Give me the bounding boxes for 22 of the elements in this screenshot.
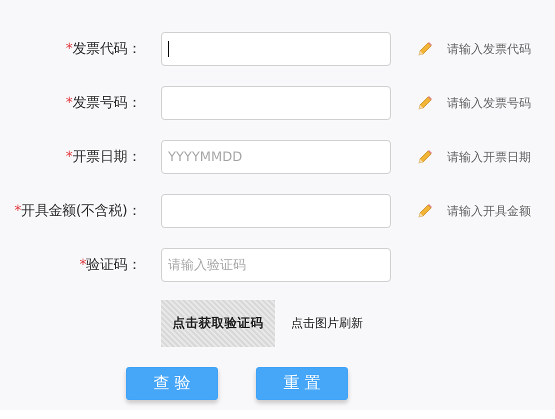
verify-button[interactable]: 查 验 [126,367,218,400]
reset-button[interactable]: 重 置 [256,367,348,400]
field-hint: 请输入发票号码 [447,94,532,112]
pencil-icon [417,149,433,165]
field-hint: 请输入开具金额 [447,202,532,220]
input-field[interactable] [161,194,391,228]
refresh-hint: 点击图片刷新 [291,315,364,332]
field-label: *发票号码： [66,94,141,112]
pencil-icon [417,41,433,57]
captcha-image[interactable]: 点击获取验证码 [161,300,275,347]
pencil-icon [417,203,433,219]
input-field[interactable] [161,32,391,66]
field-label: *开具金额(不含税)： [14,202,141,220]
input-field[interactable]: 请输入验证码 [161,248,391,282]
pencil-icon [417,95,433,111]
field-label: *验证码： [79,256,141,274]
input-field[interactable] [161,86,391,120]
field-label: *开票日期： [66,148,141,166]
field-hint: 请输入开票日期 [447,148,532,166]
input-field[interactable]: YYYYMMDD [161,140,391,174]
field-label: *发票代码： [66,40,141,58]
field-hint: 请输入发票代码 [447,40,532,58]
